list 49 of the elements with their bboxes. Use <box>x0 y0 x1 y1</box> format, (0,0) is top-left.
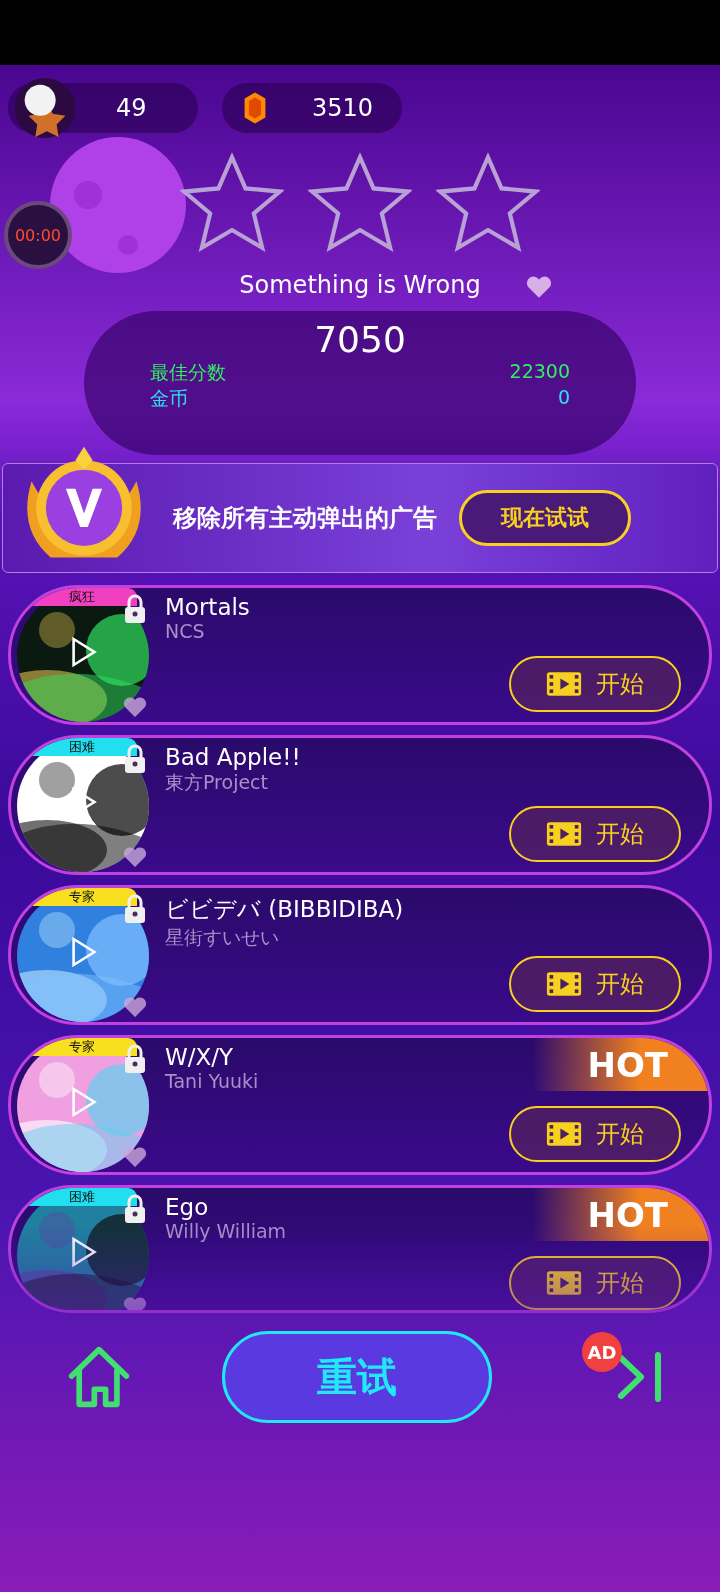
heart-icon[interactable] <box>123 996 147 1018</box>
gem-count: 3510 <box>312 94 374 122</box>
home-icon[interactable] <box>66 1345 132 1409</box>
heart-icon[interactable] <box>123 846 147 868</box>
heart-icon[interactable] <box>123 696 147 718</box>
song-name: ビビデバ (BIBBIDIBA) <box>165 895 404 924</box>
play-icon[interactable] <box>71 1236 97 1268</box>
song-name: Bad Apple!! <box>165 744 301 770</box>
song-name: W/X/Y <box>165 1044 235 1070</box>
star-count: 49 <box>116 94 147 122</box>
heart-icon[interactable] <box>123 1146 147 1168</box>
timer: 00:00 <box>4 201 72 269</box>
play-icon[interactable] <box>71 636 97 668</box>
hot-label: HOT <box>532 1038 709 1091</box>
artist-name: Tani Yuuki <box>165 1070 259 1092</box>
vip-banner-text: 移除所有主动弹出的广告 <box>173 503 437 534</box>
song-card[interactable]: 困难 Ego Willy William HOT 开始 <box>8 1185 712 1313</box>
start-button[interactable]: 开始 <box>509 656 681 712</box>
coins-value: 0 <box>557 386 570 410</box>
best-score-value: 22300 <box>509 360 570 384</box>
start-button[interactable]: 开始 <box>509 956 681 1012</box>
video-icon <box>546 821 582 847</box>
score: 7050 <box>313 319 407 360</box>
artist-name: 星街すいせい <box>165 925 280 950</box>
song-name: Mortals <box>165 594 250 620</box>
start-button[interactable]: 开始 <box>509 806 681 862</box>
artist-name: 東方Project <box>165 770 269 795</box>
song-card[interactable]: 专家 ビビデバ (BIBBIDIBA) 星街すいせい 开始 <box>8 885 712 1025</box>
video-icon <box>546 1121 582 1147</box>
song-card[interactable]: 专家 W/X/Y Tani Yuuki HOT 开始 <box>8 1035 712 1175</box>
video-icon <box>546 971 582 997</box>
song-card[interactable]: 疯狂 Mortals NCS 开始 <box>8 585 712 725</box>
song-name: Ego <box>165 1194 210 1220</box>
artist-name: Willy William <box>165 1220 287 1242</box>
ad-badge: AD <box>582 1332 622 1372</box>
heart-icon[interactable] <box>526 275 552 299</box>
start-button[interactable]: 开始 <box>509 1106 681 1162</box>
video-icon <box>546 1270 582 1296</box>
try-now-button[interactable]: 现在试试 <box>459 490 631 546</box>
song-title: Something is Wrong <box>239 271 481 299</box>
song-card[interactable]: 困难 Bad Apple!! 東方Project 开始 <box>8 735 712 875</box>
best-score-label: 最佳分数 <box>150 360 226 385</box>
start-button[interactable]: 开始 <box>509 1256 681 1310</box>
artist-name: NCS <box>165 620 206 642</box>
gem-icon <box>242 90 268 126</box>
hot-label: HOT <box>532 1188 709 1241</box>
coins-label: 金币 <box>150 386 188 411</box>
retry-button[interactable]: 重试 <box>222 1331 492 1423</box>
video-icon <box>546 671 582 697</box>
